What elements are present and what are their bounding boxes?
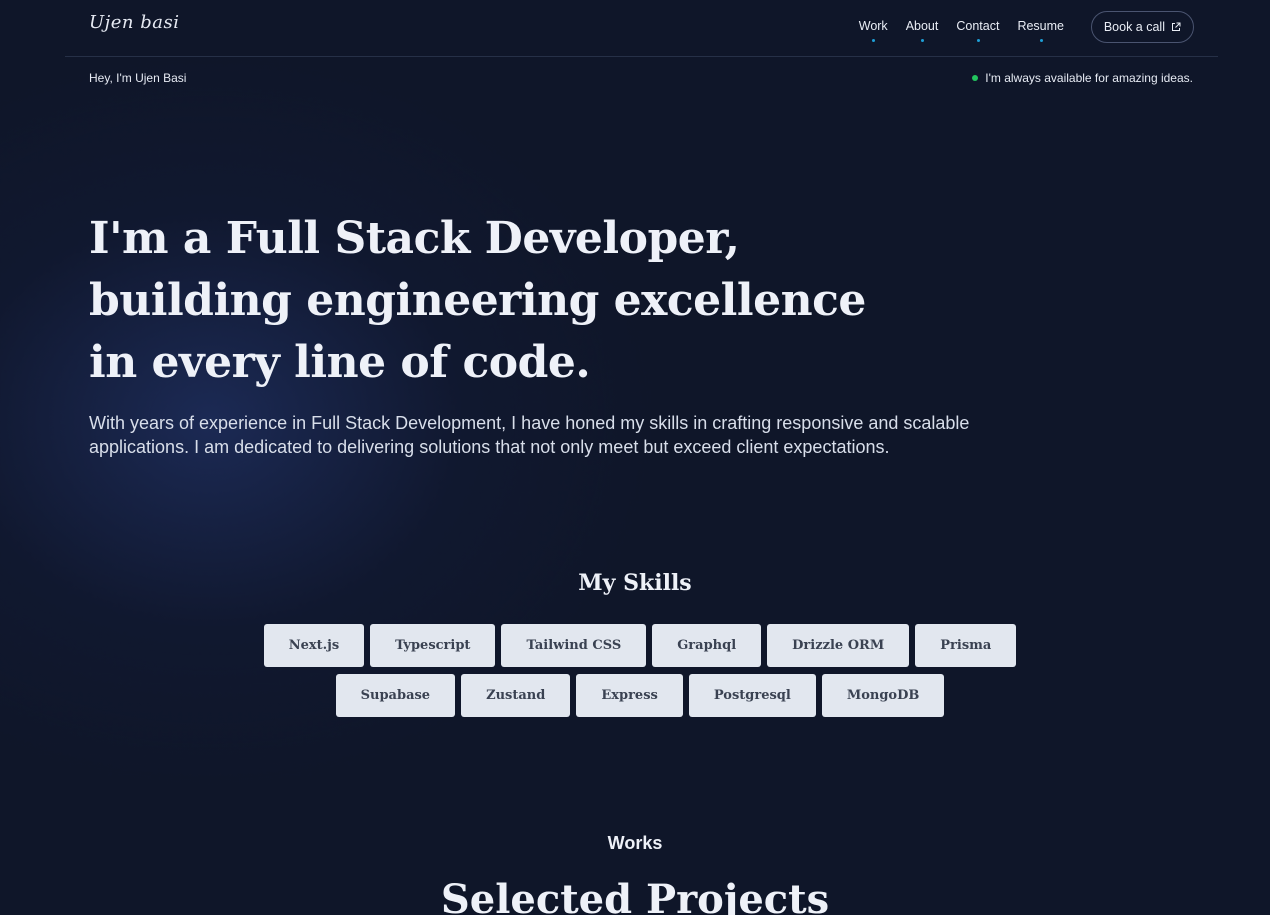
skill-chip: Graphql <box>652 624 762 667</box>
skill-chip: Zustand <box>461 674 571 717</box>
nav-indicator-dot <box>872 39 876 42</box>
skill-chip: Postgresql <box>688 674 816 717</box>
headline-line: in every line of code. <box>89 337 591 388</box>
skill-chip: Drizzle ORM <box>767 624 910 667</box>
external-link-icon <box>1172 22 1181 31</box>
nav-link-resume[interactable]: Resume <box>1017 19 1064 42</box>
hero-intro: With years of experience in Full Stack D… <box>89 413 970 457</box>
nav-indicator-dot <box>921 39 925 42</box>
hero-headline: I'm a Full Stack Developer, building eng… <box>89 208 989 394</box>
nav-link-contact[interactable]: Contact <box>956 19 1000 42</box>
nav-links: Work About Contact Resume <box>858 19 1064 42</box>
nav-link-label: Resume <box>1017 19 1064 33</box>
nav-link-work[interactable]: Work <box>858 19 888 42</box>
skill-chip: Supabase <box>335 674 456 717</box>
skill-chip: Prisma <box>915 624 1017 667</box>
nav-link-label: Work <box>858 19 888 33</box>
greeting-text: Hey, I'm Ujen Basi <box>89 71 187 85</box>
skills-title: My Skills <box>578 570 692 596</box>
availability-text: I'm always available for amazing ideas. <box>985 71 1193 85</box>
site-logo[interactable]: Ujen basi <box>89 12 179 33</box>
nav-indicator-dot <box>976 39 980 42</box>
skill-chip: Typescript <box>370 624 496 667</box>
skill-chip: Express <box>576 674 683 717</box>
headline-line: I'm a Full Stack Developer, <box>89 213 740 264</box>
headline-line: building engineering excellence <box>89 275 866 326</box>
status-dot-icon <box>972 75 979 81</box>
skill-chip: MongoDB <box>821 674 945 717</box>
skill-chip: Next.js <box>263 624 365 667</box>
book-call-label: Book a call <box>1103 20 1165 34</box>
nav-link-label: About <box>905 19 939 33</box>
book-call-button[interactable]: Book a call <box>1090 11 1194 43</box>
nav-link-label: Contact <box>956 19 1000 33</box>
projects-title: Selected Projects <box>440 876 830 915</box>
availability-status: I'm always available for amazing ideas. <box>972 71 1193 85</box>
nav-indicator-dot <box>1039 39 1043 42</box>
top-navbar: Ujen basi Work About Contact Resume Book… <box>65 0 1218 57</box>
skill-chip: Tailwind CSS <box>501 624 647 667</box>
works-label: Works <box>607 833 663 853</box>
nav-link-about[interactable]: About <box>905 19 939 42</box>
skills-list: Next.js Typescript Tailwind CSS Graphql … <box>235 624 1045 717</box>
